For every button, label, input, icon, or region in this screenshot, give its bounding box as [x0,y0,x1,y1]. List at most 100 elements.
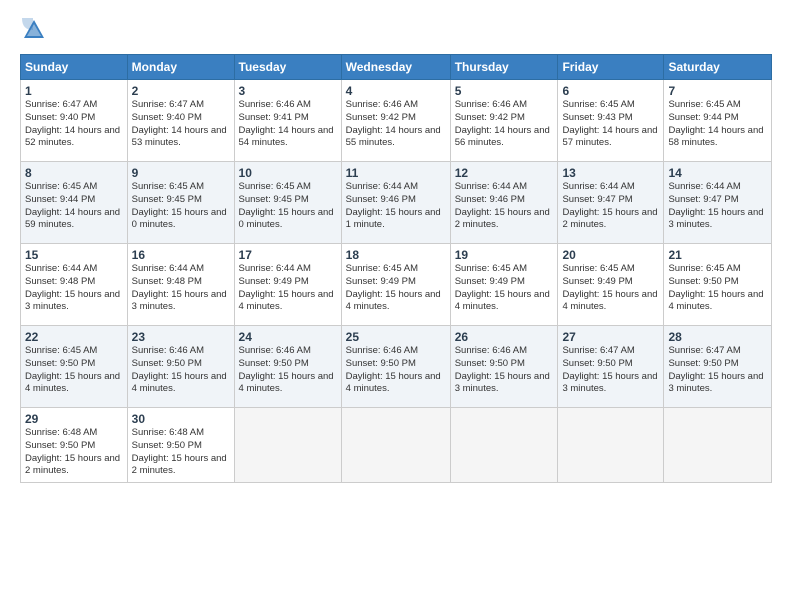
calendar-cell: 12Sunrise: 6:44 AMSunset: 9:46 PMDayligh… [450,162,558,244]
calendar-cell: 23Sunrise: 6:46 AMSunset: 9:50 PMDayligh… [127,326,234,408]
calendar-cell: 21Sunrise: 6:45 AMSunset: 9:50 PMDayligh… [664,244,772,326]
day-info: Sunrise: 6:45 AMSunset: 9:44 PMDaylight:… [25,181,123,232]
day-info: Sunrise: 6:46 AMSunset: 9:50 PMDaylight:… [239,345,337,396]
calendar-cell: 13Sunrise: 6:44 AMSunset: 9:47 PMDayligh… [558,162,664,244]
calendar-cell: 29Sunrise: 6:48 AMSunset: 9:50 PMDayligh… [21,408,128,483]
calendar-cell: 22Sunrise: 6:45 AMSunset: 9:50 PMDayligh… [21,326,128,408]
day-number: 8 [25,166,123,180]
day-info: Sunrise: 6:47 AMSunset: 9:50 PMDaylight:… [668,345,767,396]
day-number: 27 [562,330,659,344]
calendar-cell: 10Sunrise: 6:45 AMSunset: 9:45 PMDayligh… [234,162,341,244]
day-number: 7 [668,84,767,98]
day-info: Sunrise: 6:48 AMSunset: 9:50 PMDaylight:… [25,427,123,478]
day-info: Sunrise: 6:46 AMSunset: 9:41 PMDaylight:… [239,99,337,150]
day-info: Sunrise: 6:46 AMSunset: 9:50 PMDaylight:… [132,345,230,396]
calendar-cell: 11Sunrise: 6:44 AMSunset: 9:46 PMDayligh… [341,162,450,244]
day-number: 10 [239,166,337,180]
calendar-cell: 7Sunrise: 6:45 AMSunset: 9:44 PMDaylight… [664,80,772,162]
day-number: 13 [562,166,659,180]
page-header [20,16,772,44]
col-header-monday: Monday [127,55,234,80]
day-number: 21 [668,248,767,262]
logo-icon [20,16,48,44]
day-number: 25 [346,330,446,344]
day-info: Sunrise: 6:45 AMSunset: 9:45 PMDaylight:… [132,181,230,232]
calendar-cell [558,408,664,483]
calendar-week-row: 8Sunrise: 6:45 AMSunset: 9:44 PMDaylight… [21,162,772,244]
calendar-cell: 9Sunrise: 6:45 AMSunset: 9:45 PMDaylight… [127,162,234,244]
day-number: 4 [346,84,446,98]
day-number: 19 [455,248,554,262]
day-info: Sunrise: 6:48 AMSunset: 9:50 PMDaylight:… [132,427,230,478]
day-info: Sunrise: 6:45 AMSunset: 9:49 PMDaylight:… [562,263,659,314]
calendar-cell: 4Sunrise: 6:46 AMSunset: 9:42 PMDaylight… [341,80,450,162]
calendar-cell: 30Sunrise: 6:48 AMSunset: 9:50 PMDayligh… [127,408,234,483]
calendar-cell: 25Sunrise: 6:46 AMSunset: 9:50 PMDayligh… [341,326,450,408]
col-header-friday: Friday [558,55,664,80]
col-header-thursday: Thursday [450,55,558,80]
day-number: 3 [239,84,337,98]
day-info: Sunrise: 6:46 AMSunset: 9:42 PMDaylight:… [455,99,554,150]
day-info: Sunrise: 6:45 AMSunset: 9:49 PMDaylight:… [455,263,554,314]
day-number: 17 [239,248,337,262]
day-info: Sunrise: 6:45 AMSunset: 9:49 PMDaylight:… [346,263,446,314]
day-info: Sunrise: 6:44 AMSunset: 9:48 PMDaylight:… [132,263,230,314]
day-info: Sunrise: 6:47 AMSunset: 9:40 PMDaylight:… [132,99,230,150]
day-number: 28 [668,330,767,344]
day-info: Sunrise: 6:45 AMSunset: 9:50 PMDaylight:… [668,263,767,314]
day-info: Sunrise: 6:45 AMSunset: 9:44 PMDaylight:… [668,99,767,150]
col-header-sunday: Sunday [21,55,128,80]
day-number: 20 [562,248,659,262]
day-number: 1 [25,84,123,98]
day-number: 12 [455,166,554,180]
calendar-cell: 17Sunrise: 6:44 AMSunset: 9:49 PMDayligh… [234,244,341,326]
day-info: Sunrise: 6:44 AMSunset: 9:47 PMDaylight:… [562,181,659,232]
calendar-cell: 26Sunrise: 6:46 AMSunset: 9:50 PMDayligh… [450,326,558,408]
day-info: Sunrise: 6:44 AMSunset: 9:47 PMDaylight:… [668,181,767,232]
calendar-week-row: 1Sunrise: 6:47 AMSunset: 9:40 PMDaylight… [21,80,772,162]
calendar-cell: 15Sunrise: 6:44 AMSunset: 9:48 PMDayligh… [21,244,128,326]
day-number: 30 [132,412,230,426]
calendar-week-row: 15Sunrise: 6:44 AMSunset: 9:48 PMDayligh… [21,244,772,326]
calendar-week-row: 29Sunrise: 6:48 AMSunset: 9:50 PMDayligh… [21,408,772,483]
calendar-cell: 6Sunrise: 6:45 AMSunset: 9:43 PMDaylight… [558,80,664,162]
calendar-week-row: 22Sunrise: 6:45 AMSunset: 9:50 PMDayligh… [21,326,772,408]
calendar-cell [450,408,558,483]
calendar-cell: 3Sunrise: 6:46 AMSunset: 9:41 PMDaylight… [234,80,341,162]
day-info: Sunrise: 6:47 AMSunset: 9:40 PMDaylight:… [25,99,123,150]
calendar-header: SundayMondayTuesdayWednesdayThursdayFrid… [21,55,772,80]
calendar-cell: 20Sunrise: 6:45 AMSunset: 9:49 PMDayligh… [558,244,664,326]
day-number: 5 [455,84,554,98]
calendar-cell: 14Sunrise: 6:44 AMSunset: 9:47 PMDayligh… [664,162,772,244]
calendar-cell [664,408,772,483]
day-number: 11 [346,166,446,180]
day-info: Sunrise: 6:46 AMSunset: 9:50 PMDaylight:… [346,345,446,396]
day-info: Sunrise: 6:47 AMSunset: 9:50 PMDaylight:… [562,345,659,396]
day-info: Sunrise: 6:45 AMSunset: 9:43 PMDaylight:… [562,99,659,150]
day-info: Sunrise: 6:46 AMSunset: 9:50 PMDaylight:… [455,345,554,396]
day-number: 15 [25,248,123,262]
calendar-cell: 28Sunrise: 6:47 AMSunset: 9:50 PMDayligh… [664,326,772,408]
day-info: Sunrise: 6:45 AMSunset: 9:50 PMDaylight:… [25,345,123,396]
calendar-cell [341,408,450,483]
day-info: Sunrise: 6:44 AMSunset: 9:46 PMDaylight:… [346,181,446,232]
day-number: 18 [346,248,446,262]
col-header-saturday: Saturday [664,55,772,80]
calendar-cell: 8Sunrise: 6:45 AMSunset: 9:44 PMDaylight… [21,162,128,244]
day-number: 16 [132,248,230,262]
day-number: 6 [562,84,659,98]
calendar-cell: 18Sunrise: 6:45 AMSunset: 9:49 PMDayligh… [341,244,450,326]
day-number: 9 [132,166,230,180]
day-info: Sunrise: 6:46 AMSunset: 9:42 PMDaylight:… [346,99,446,150]
calendar-table: SundayMondayTuesdayWednesdayThursdayFrid… [20,54,772,483]
day-info: Sunrise: 6:44 AMSunset: 9:48 PMDaylight:… [25,263,123,314]
col-header-wednesday: Wednesday [341,55,450,80]
calendar-cell: 27Sunrise: 6:47 AMSunset: 9:50 PMDayligh… [558,326,664,408]
calendar-cell: 24Sunrise: 6:46 AMSunset: 9:50 PMDayligh… [234,326,341,408]
calendar-cell: 19Sunrise: 6:45 AMSunset: 9:49 PMDayligh… [450,244,558,326]
calendar-cell: 1Sunrise: 6:47 AMSunset: 9:40 PMDaylight… [21,80,128,162]
day-number: 22 [25,330,123,344]
day-info: Sunrise: 6:44 AMSunset: 9:46 PMDaylight:… [455,181,554,232]
calendar-cell: 5Sunrise: 6:46 AMSunset: 9:42 PMDaylight… [450,80,558,162]
col-header-tuesday: Tuesday [234,55,341,80]
